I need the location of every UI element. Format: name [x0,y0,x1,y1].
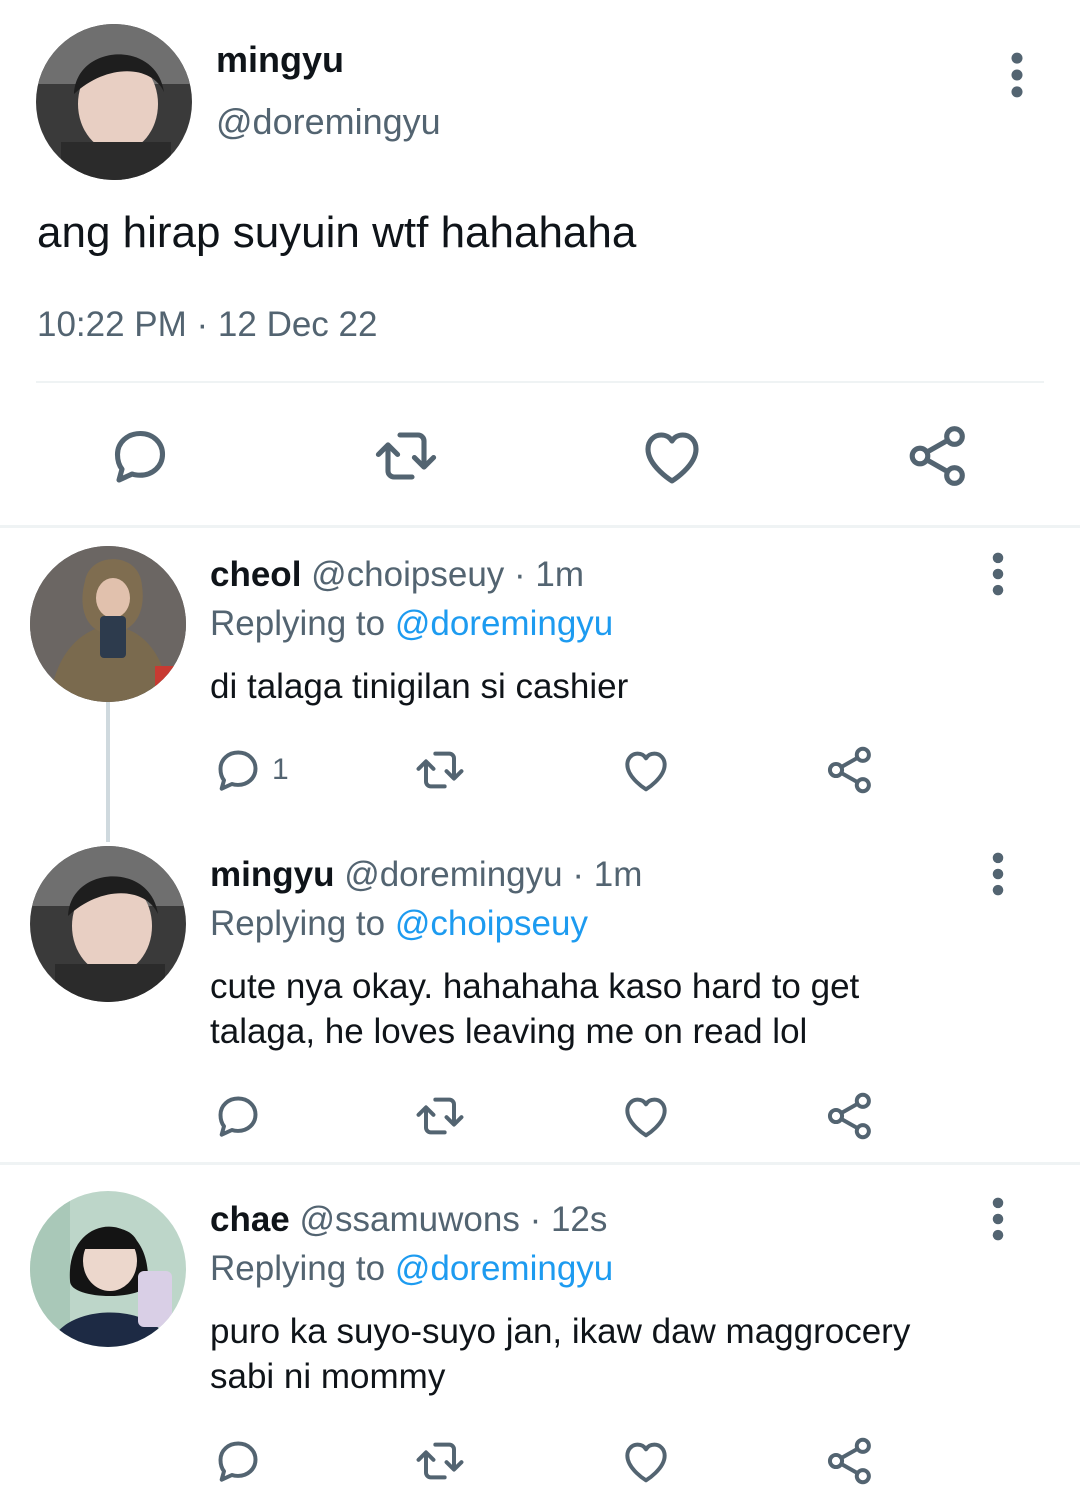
reply-icon[interactable] [104,420,176,492]
reply-text-line: talaga, he loves leaving me on read lol [210,1012,808,1051]
mention-link[interactable]: @doremingyu [395,604,613,643]
more-options-icon[interactable] [996,52,1038,98]
avatar[interactable] [36,24,192,180]
replying-to: Replying to @doremingyu [210,1247,613,1291]
like-icon[interactable] [618,1088,674,1144]
reply-header: cheol @choipseuy · 1m [210,553,584,597]
share-icon[interactable] [902,420,974,492]
retweet-icon[interactable] [412,1088,468,1144]
author-handle[interactable]: @doremingyu [344,855,562,894]
tweet-text: ang hirap suyuin wtf hahahaha [37,208,637,257]
reply-icon[interactable] [210,1433,266,1489]
reply-time: · 1m [514,555,585,594]
author-name[interactable]: mingyu [210,855,334,894]
reply-header: chae @ssamuwons · 12s [210,1198,607,1242]
profile-photo-icon [30,1191,186,1347]
thread-connector [106,702,110,842]
reply-icon[interactable] [210,742,266,798]
author-name[interactable]: chae [210,1200,290,1239]
share-icon[interactable] [822,742,878,798]
divider [0,1162,1080,1165]
reply-text-line: cute nya okay. hahahaha kaso hard to get [210,967,860,1006]
more-options-icon[interactable] [978,852,1018,896]
avatar[interactable] [30,1191,186,1347]
replying-label: Replying to [210,1249,386,1288]
like-icon[interactable] [618,742,674,798]
reply-text: di talaga tinigilan si cashier [210,667,629,706]
author-handle[interactable]: @ssamuwons [300,1200,520,1239]
share-icon[interactable] [822,1433,878,1489]
like-icon[interactable] [618,1433,674,1489]
reply-time: · 12s [529,1200,608,1239]
author-name[interactable]: mingyu [216,38,344,82]
retweet-icon[interactable] [412,742,468,798]
like-icon[interactable] [636,420,708,492]
divider [0,525,1080,528]
replying-to: Replying to @doremingyu [210,602,613,646]
reply-icon[interactable] [210,1088,266,1144]
mention-link[interactable]: @choipseuy [395,904,588,943]
more-options-icon[interactable] [978,1197,1018,1241]
replying-label: Replying to [210,904,386,943]
profile-photo-icon [30,846,186,1002]
avatar[interactable] [30,846,186,1002]
divider [36,381,1044,383]
author-handle[interactable]: @choipseuy [311,555,504,594]
reply-text-line: puro ka suyo-suyo jan, ikaw daw maggroce… [210,1312,911,1351]
more-options-icon[interactable] [978,552,1018,596]
profile-photo-icon [30,546,186,702]
reply-header: mingyu @doremingyu · 1m [210,853,642,897]
mention-link[interactable]: @doremingyu [395,1249,613,1288]
reply-text: puro ka suyo-suyo jan, ikaw daw maggroce… [210,1309,1030,1399]
share-icon[interactable] [822,1088,878,1144]
reply-text: cute nya okay. hahahaha kaso hard to get… [210,964,1030,1054]
replying-to: Replying to @choipseuy [210,902,588,946]
tweet-timestamp[interactable]: 10:22 PM · 12 Dec 22 [37,303,377,347]
retweet-icon[interactable] [370,420,442,492]
avatar[interactable] [30,546,186,702]
replying-label: Replying to [210,604,386,643]
author-name[interactable]: cheol [210,555,301,594]
author-handle[interactable]: @doremingyu [216,100,441,144]
reply-time: · 1m [572,855,643,894]
retweet-icon[interactable] [412,1433,468,1489]
profile-photo-icon [36,24,192,180]
reply-text-line: sabi ni mommy [210,1357,446,1396]
reply-count: 1 [272,753,289,786]
